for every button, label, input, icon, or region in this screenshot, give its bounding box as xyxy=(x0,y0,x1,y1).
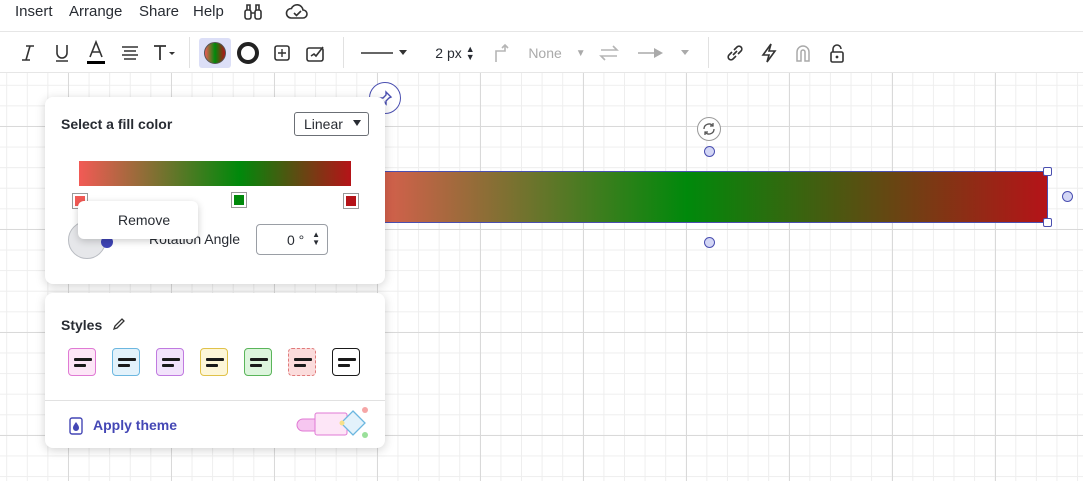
gradient-stop[interactable] xyxy=(231,192,247,208)
theme-drop-icon xyxy=(69,417,83,440)
line-color-icon[interactable] xyxy=(235,38,261,68)
menu-arrange[interactable]: Arrange xyxy=(69,3,122,20)
swap-arrows-icon[interactable] xyxy=(597,38,621,68)
stepper-icon[interactable]: ▲ ▼ xyxy=(312,231,320,247)
italic-icon[interactable] xyxy=(17,38,39,68)
menu-bar: Insert Arrange Share Help xyxy=(0,0,1083,28)
connection-point[interactable] xyxy=(704,146,715,157)
gradient-rectangle-shape[interactable] xyxy=(340,171,1048,223)
magnet-icon[interactable] xyxy=(792,38,814,68)
resize-handle[interactable] xyxy=(1043,167,1052,176)
style-swatch[interactable] xyxy=(68,348,96,376)
connector-icon[interactable] xyxy=(492,38,514,68)
style-swatch[interactable] xyxy=(244,348,272,376)
line-width-select[interactable]: 2 px ▲ ▼ xyxy=(430,38,480,68)
underline-icon[interactable] xyxy=(51,38,73,68)
styles-title: Styles xyxy=(61,317,103,333)
menu-insert[interactable]: Insert xyxy=(15,3,53,20)
align-icon[interactable] xyxy=(119,38,141,68)
menu-help[interactable]: Help xyxy=(193,3,224,20)
cloud-check-icon[interactable] xyxy=(285,3,309,25)
toolbar: 2 px ▲ ▼ None ▼ xyxy=(0,31,1083,73)
fill-color-panel: Select a fill color Linear Rotation Angl… xyxy=(45,97,385,284)
arrow-start-icon: ▼ xyxy=(575,47,586,59)
apply-theme-button[interactable]: Apply theme xyxy=(93,417,177,433)
line-width-value: 2 px xyxy=(435,45,462,61)
rotation-angle-input[interactable]: 0 ° ▲ ▼ xyxy=(256,224,328,255)
gradient-preview-bar[interactable] xyxy=(79,161,351,186)
lock-icon[interactable] xyxy=(826,38,848,68)
style-swatch[interactable] xyxy=(156,348,184,376)
divider xyxy=(45,400,385,401)
style-swatch[interactable] xyxy=(200,348,228,376)
style-swatch[interactable] xyxy=(288,348,316,376)
menu-share[interactable]: Share xyxy=(139,3,179,20)
line-width-icon: ▲ ▼ xyxy=(465,44,475,62)
arrow-end-icon[interactable] xyxy=(636,38,696,68)
theme-illustration-icon xyxy=(295,407,371,446)
lightning-icon[interactable] xyxy=(758,38,780,68)
style-swatch[interactable] xyxy=(332,348,360,376)
shape-options-icon[interactable] xyxy=(270,38,294,68)
gradient-stop[interactable] xyxy=(343,193,359,209)
remove-stop-option[interactable]: Remove xyxy=(118,212,170,228)
connection-point[interactable] xyxy=(704,237,715,248)
connection-point[interactable] xyxy=(1062,191,1073,202)
format-painter-icon[interactable] xyxy=(304,38,328,68)
chevron-down-icon xyxy=(353,120,361,126)
rotate-handle-icon[interactable] xyxy=(697,117,721,141)
line-style-icon[interactable] xyxy=(360,38,410,68)
fill-panel-title: Select a fill color xyxy=(61,116,173,132)
gradient-type-value: Linear xyxy=(304,116,343,132)
gradient-type-select[interactable]: Linear xyxy=(294,112,369,136)
remove-stop-menu[interactable]: Remove xyxy=(78,201,198,239)
styles-panel: Styles Apply theme xyxy=(45,293,385,448)
pencil-icon[interactable] xyxy=(112,317,126,336)
rotation-angle-value: 0 ° xyxy=(287,232,305,248)
resize-handle[interactable] xyxy=(1043,218,1052,227)
text-size-icon[interactable] xyxy=(152,38,176,68)
link-icon[interactable] xyxy=(724,38,746,68)
arrow-start-select[interactable]: None ▼ xyxy=(527,38,587,68)
binoculars-icon[interactable] xyxy=(243,2,263,26)
style-swatch[interactable] xyxy=(112,348,140,376)
fill-color-icon[interactable] xyxy=(199,38,231,68)
text-color-icon[interactable] xyxy=(85,38,107,68)
arrow-start-value: None xyxy=(528,45,562,61)
